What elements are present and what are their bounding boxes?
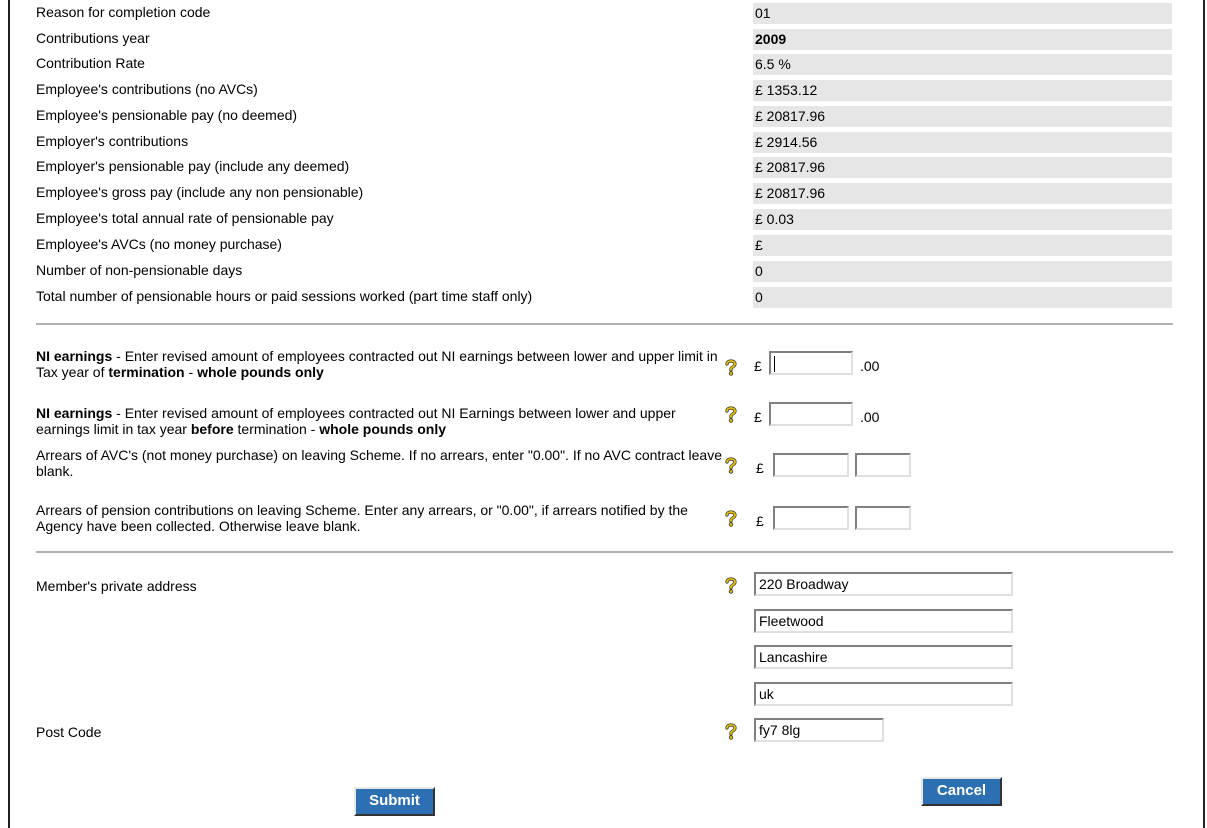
detail-value: £ 1353.12 — [753, 80, 1172, 101]
detail-label: Employee's total annual rate of pensiona… — [36, 210, 334, 226]
detail-label: Employee's contributions (no AVCs) — [36, 81, 258, 97]
detail-label: Employee's gross pay (include any non pe… — [36, 184, 364, 200]
ni-label-bold: before — [190, 421, 234, 437]
avc-arrears-label: Arrears of AVC's (not money purchase) on… — [36, 447, 722, 479]
detail-label: Employer's pensionable pay (include any … — [36, 158, 350, 174]
detail-label: Number of non-pensionable days — [36, 262, 243, 278]
postcode-label: Post Code — [36, 724, 102, 740]
ni-label-bold: NI earnings — [36, 405, 113, 421]
help-icon[interactable] — [724, 722, 738, 740]
ni-before-label: NI earnings - Enter revised amount of em… — [36, 405, 726, 437]
address-line2-input[interactable]: Fleetwood — [754, 609, 1013, 633]
detail-label: Contribution Rate — [36, 55, 145, 71]
ni-label-bold: termination — [108, 364, 185, 380]
detail-value: 0 — [753, 261, 1172, 282]
pence-suffix: .00 — [860, 409, 880, 425]
detail-row-employer-contributions: Employer's contributions £ 2914.56 — [36, 131, 1172, 153]
currency-symbol: £ — [756, 513, 764, 529]
help-icon[interactable] — [724, 509, 738, 527]
address-line3-input[interactable]: Lancashire — [754, 645, 1013, 669]
detail-row-employee-pensionable-pay: Employee's pensionable pay (no deemed) £… — [36, 105, 1172, 127]
detail-row-pensionable-hours: Total number of pensionable hours or pai… — [36, 286, 1172, 308]
detail-value: £ 20817.96 — [753, 183, 1172, 204]
detail-row-contributions-year: Contributions year 2009 — [36, 28, 1172, 50]
ni-termination-input[interactable] — [769, 351, 853, 375]
detail-value: 0 — [753, 287, 1172, 308]
pension-arrears-label: Arrears of pension contributions on leav… — [36, 502, 688, 534]
detail-row-employee-contributions: Employee's contributions (no AVCs) £ 135… — [36, 79, 1172, 101]
address-line4-input[interactable]: uk — [754, 682, 1013, 706]
ni-label-bold: whole pounds only — [319, 421, 447, 437]
currency-symbol: £ — [756, 460, 764, 476]
detail-label: Contributions year — [36, 30, 150, 46]
pence-suffix: .00 — [860, 358, 880, 374]
help-icon[interactable] — [724, 576, 738, 594]
pension-arrears-pounds-input[interactable] — [773, 506, 849, 530]
address-line1-input[interactable]: 220 Broadway — [754, 572, 1013, 596]
ni-label-text: - — [184, 364, 198, 380]
avc-arrears-pounds-input[interactable] — [773, 453, 849, 477]
help-icon[interactable] — [724, 405, 738, 423]
ni-label-bold: whole pounds only — [197, 364, 324, 380]
detail-row-employer-pensionable-pay: Employer's pensionable pay (include any … — [36, 156, 1172, 178]
section-divider — [36, 323, 1173, 325]
detail-value: £ — [753, 235, 1172, 256]
detail-label: Reason for completion code — [36, 4, 211, 20]
detail-label: Employer's contributions — [36, 133, 189, 149]
submit-button[interactable]: Submit — [354, 787, 435, 816]
detail-row-non-pensionable-days: Number of non-pensionable days 0 — [36, 260, 1172, 282]
detail-label: Employee's AVCs (no money purchase) — [36, 236, 282, 252]
currency-symbol: £ — [754, 358, 762, 374]
postcode-input[interactable]: fy7 8lg — [754, 718, 884, 742]
detail-row-completion-code: Reason for completion code 01 — [36, 2, 1172, 24]
detail-value: £ 0.03 — [753, 209, 1172, 230]
detail-value: 01 — [753, 3, 1172, 24]
detail-row-annual-rate: Employee's total annual rate of pensiona… — [36, 208, 1172, 230]
help-icon[interactable] — [724, 358, 738, 376]
ni-label-bold: NI earnings — [36, 348, 113, 364]
detail-label: Total number of pensionable hours or pai… — [36, 288, 533, 304]
detail-value: 6.5 % — [753, 54, 1172, 75]
help-icon[interactable] — [724, 456, 738, 474]
detail-row-gross-pay: Employee's gross pay (include any non pe… — [36, 182, 1172, 204]
section-divider — [36, 551, 1173, 553]
currency-symbol: £ — [754, 409, 762, 425]
ni-termination-label: NI earnings - Enter revised amount of em… — [36, 348, 726, 380]
detail-value: £ 20817.96 — [753, 157, 1172, 178]
detail-value: £ 2914.56 — [753, 132, 1172, 153]
cancel-button[interactable]: Cancel — [921, 777, 1002, 806]
detail-value: 2009 — [753, 29, 1172, 50]
detail-row-contribution-rate: Contribution Rate 6.5 % — [36, 53, 1172, 75]
ni-before-input[interactable] — [769, 402, 853, 426]
address-label: Member's private address — [36, 578, 197, 594]
avc-arrears-pence-input[interactable] — [855, 453, 911, 477]
detail-value: £ 20817.96 — [753, 106, 1172, 127]
detail-label: Employee's pensionable pay (no deemed) — [36, 107, 298, 123]
detail-row-avcs: Employee's AVCs (no money purchase) £ — [36, 234, 1172, 256]
pension-arrears-pence-input[interactable] — [855, 506, 911, 530]
ni-label-text: termination - — [233, 421, 320, 437]
